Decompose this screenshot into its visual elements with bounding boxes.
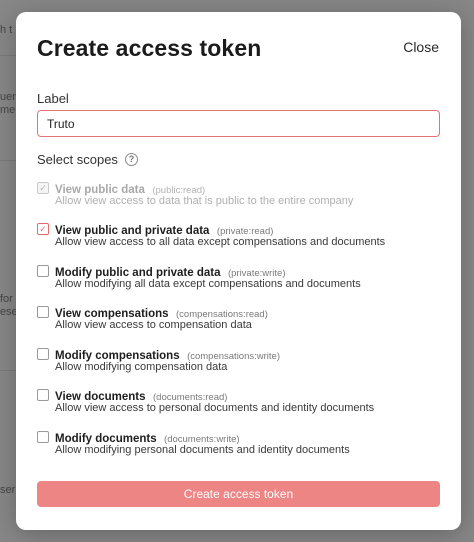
scope-description: Allow modifying personal documents and i… [55,444,350,456]
scope-checkbox[interactable] [37,389,49,401]
scope-checkbox[interactable] [37,348,49,360]
create-token-dialog: Create access token Close Label Select s… [16,12,461,530]
scope-description: Allow view access to personal documents … [55,402,375,414]
scope-checkbox: ✓ [37,182,49,194]
scope-checkbox[interactable] [37,431,49,443]
scopes-heading-text: Select scopes [37,152,118,167]
create-access-token-button[interactable]: Create access token [37,481,440,507]
help-icon[interactable]: ? [124,153,138,166]
label-field-label: Label [37,91,69,106]
scope-checkbox[interactable] [37,265,49,277]
scope-description: Allow view access to all data except com… [55,236,386,248]
scope-description: Allow view access to data that is public… [55,195,354,207]
close-button[interactable]: Close [403,39,439,55]
scope-checkbox[interactable]: ✓ [37,223,49,235]
label-input[interactable] [37,110,440,137]
scope-description: Allow modifying all data except compensa… [55,278,361,290]
scope-checkbox[interactable] [37,306,49,318]
scopes-heading: Select scopes ? [37,152,138,167]
dialog-title: Create access token [37,35,262,61]
scope-description: Allow modifying compensation data [55,361,228,373]
scope-description: Allow view access to compensation data [55,319,252,331]
